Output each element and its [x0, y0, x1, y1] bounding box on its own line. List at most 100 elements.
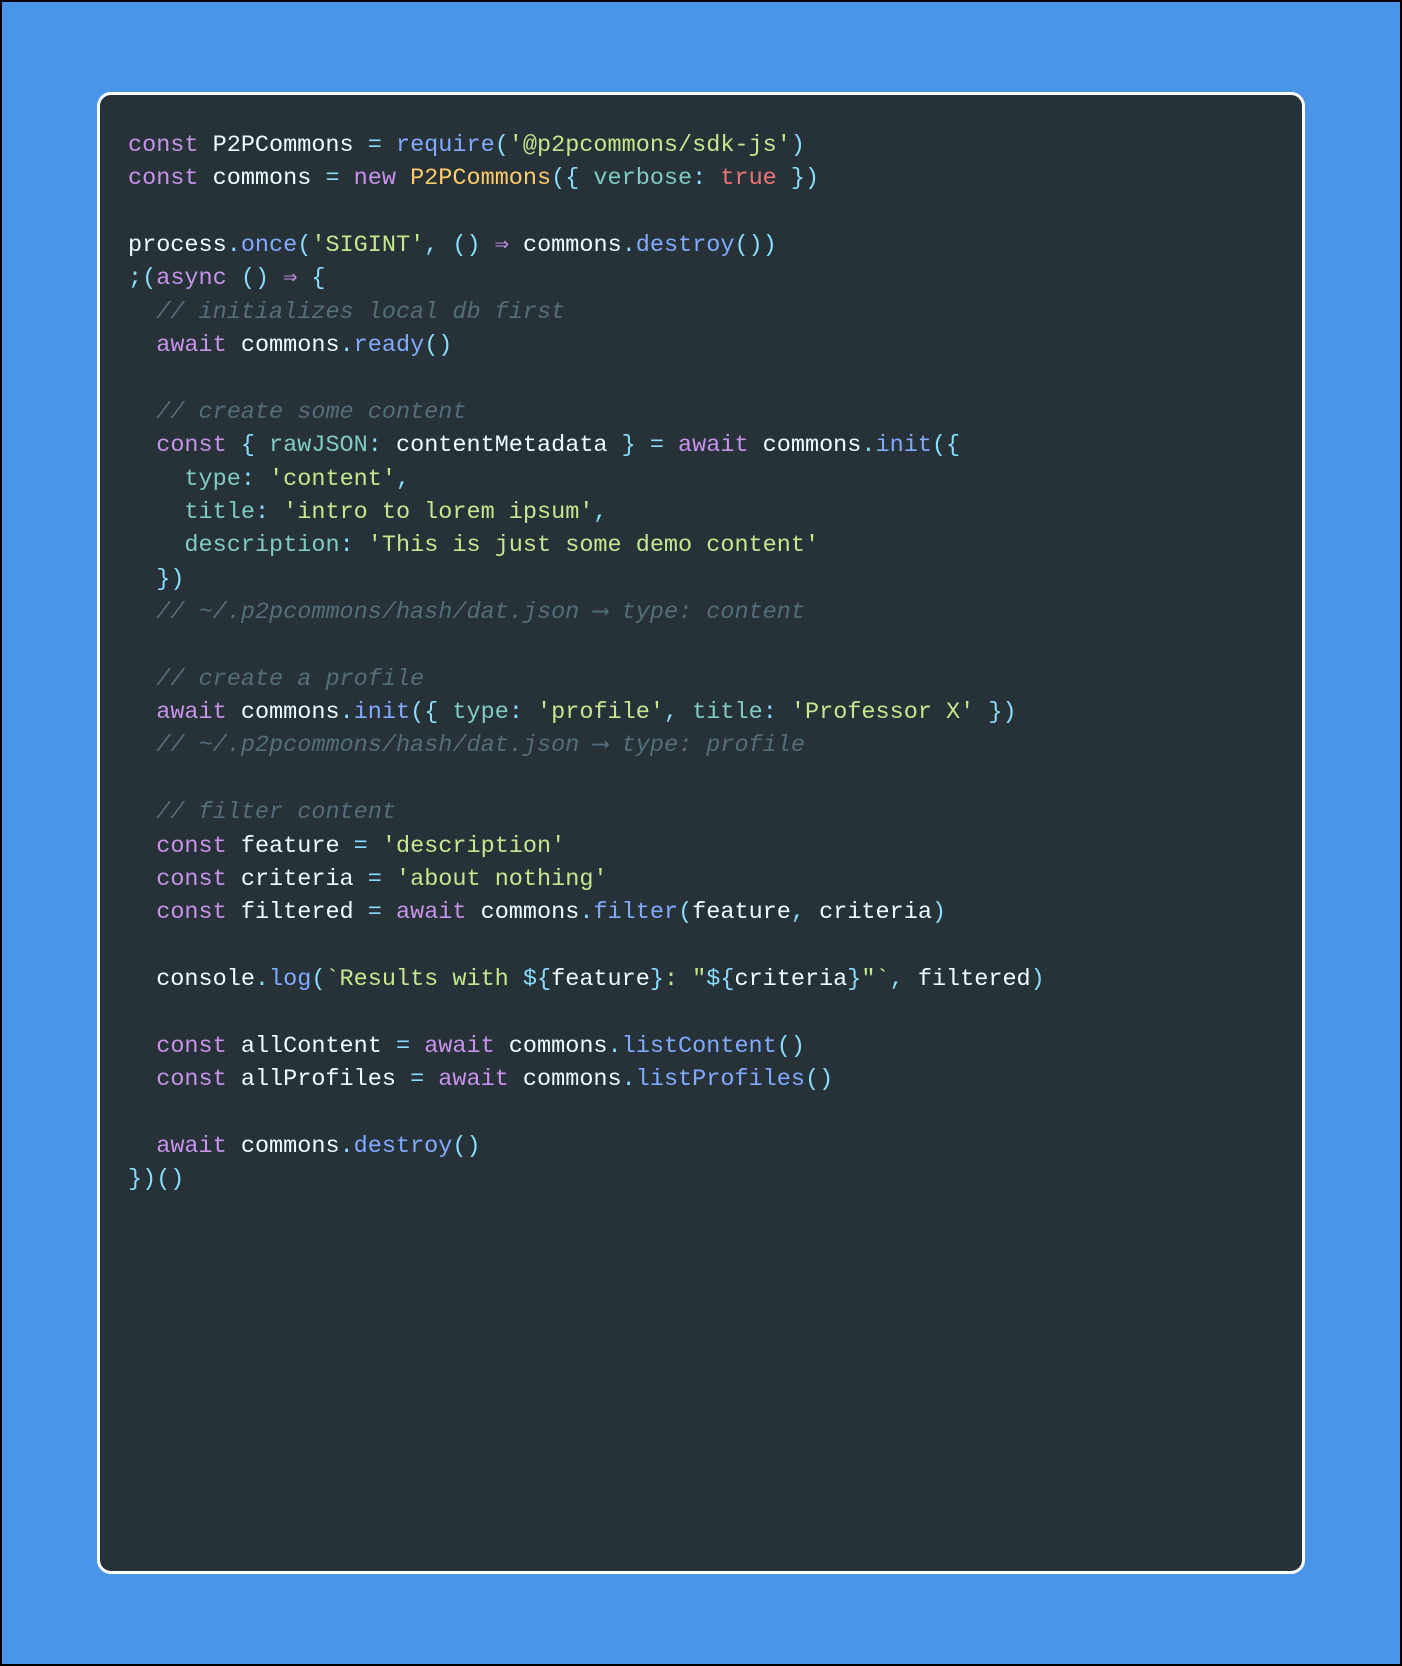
token-prop: type — [184, 466, 240, 493]
token-op: })() — [128, 1166, 184, 1193]
token-op: . — [340, 332, 354, 359]
token-op: ({ — [932, 432, 960, 459]
token-op: . — [608, 1033, 622, 1060]
token-com: // filter content — [156, 799, 396, 826]
token-op: . — [579, 899, 593, 926]
token-id — [128, 699, 156, 726]
token-fn: log — [269, 966, 311, 993]
token-op: : — [241, 466, 269, 493]
token-id: P2PCommons — [199, 132, 368, 159]
token-com: // create a profile — [156, 666, 424, 693]
token-str: 'description' — [382, 833, 565, 860]
token-op: . — [340, 699, 354, 726]
token-op: ( — [297, 232, 311, 259]
code-card: const P2PCommons = require ( '@p2pcommons/… — [97, 92, 1305, 1574]
token-fn: destroy — [636, 232, 735, 259]
token-id: console — [128, 966, 255, 993]
token-op: ( — [311, 966, 325, 993]
token-op: . — [340, 1133, 354, 1160]
token-op: . — [227, 232, 241, 259]
token-op: { — [297, 265, 325, 292]
token-str: 'profile' — [537, 699, 664, 726]
token-kw: const — [128, 165, 199, 192]
token-fn: listContent — [622, 1033, 777, 1060]
token-op: () — [805, 1066, 833, 1093]
token-op: = — [325, 165, 353, 192]
token-op: () — [227, 265, 283, 292]
token-id — [128, 732, 156, 759]
token-prop: type — [452, 699, 508, 726]
token-id: commons — [199, 165, 326, 192]
token-id: commons — [227, 1133, 340, 1160]
token-kw: const — [156, 866, 227, 893]
token-str: '@p2pcommons/sdk-js' — [509, 132, 791, 159]
token-id — [128, 432, 156, 459]
token-op: () — [777, 1033, 805, 1060]
token-id: commons — [467, 899, 580, 926]
token-op: , () — [424, 232, 495, 259]
token-kw: const — [156, 432, 227, 459]
token-id — [128, 532, 184, 559]
token-id — [128, 299, 156, 326]
token-op: ) — [1031, 966, 1045, 993]
token-id: feature — [692, 899, 791, 926]
token-kw: ⇒ — [283, 265, 297, 292]
token-id: feature — [551, 966, 650, 993]
token-fn: listProfiles — [636, 1066, 805, 1093]
token-id: commons — [509, 1066, 622, 1093]
token-op: : — [763, 699, 791, 726]
token-id — [128, 1133, 156, 1160]
token-id — [128, 566, 156, 593]
token-op: . — [622, 232, 636, 259]
token-prop: rawJSON — [269, 432, 368, 459]
token-op: = — [368, 132, 396, 159]
token-id: criteria — [227, 866, 368, 893]
token-fn: once — [241, 232, 297, 259]
token-id: allProfiles — [227, 1066, 410, 1093]
token-op: . — [255, 966, 269, 993]
code-block: const P2PCommons = require ( '@p2pcommons/… — [128, 129, 1274, 1197]
token-str: 'This is just some demo content' — [368, 532, 819, 559]
token-kw: await — [156, 1133, 227, 1160]
token-fn: require — [396, 132, 495, 159]
token-id: criteria — [819, 899, 932, 926]
token-prop: description — [184, 532, 339, 559]
outer-frame: const P2PCommons = require ( '@p2pcommons/… — [0, 0, 1402, 1666]
token-prop: title — [184, 499, 255, 526]
token-id: contentMetadata — [396, 432, 608, 459]
token-op: , — [593, 499, 607, 526]
token-op: ;( — [128, 265, 156, 292]
token-id: criteria — [734, 966, 847, 993]
token-id — [128, 899, 156, 926]
token-str: 'content' — [269, 466, 396, 493]
token-kw: const — [156, 1033, 227, 1060]
token-id: feature — [227, 833, 354, 860]
token-op: = — [368, 866, 396, 893]
token-op: = — [396, 1033, 424, 1060]
token-bool: true — [720, 165, 776, 192]
token-op: }) — [156, 566, 184, 593]
token-prop: verbose — [593, 165, 692, 192]
token-op: = — [354, 833, 382, 860]
token-op: { — [227, 432, 269, 459]
token-id — [128, 833, 156, 860]
token-fn: filter — [593, 899, 678, 926]
token-id: filtered — [227, 899, 368, 926]
token-id — [128, 399, 156, 426]
token-id — [128, 599, 156, 626]
token-id: filtered — [918, 966, 1031, 993]
token-kw: await — [396, 899, 467, 926]
token-op: } = — [608, 432, 679, 459]
token-op: } — [650, 966, 664, 993]
token-id — [396, 165, 410, 192]
token-id — [128, 866, 156, 893]
token-str: 'about nothing' — [396, 866, 608, 893]
token-op: . — [861, 432, 875, 459]
token-fn: init — [354, 699, 410, 726]
token-kw: new — [354, 165, 396, 192]
token-com: // ~/.p2pcommons/hash/dat.json ⟶ type: c… — [156, 599, 805, 626]
token-kw: const — [156, 1066, 227, 1093]
token-str: "` — [861, 966, 889, 993]
token-op: ()) — [735, 232, 777, 259]
token-str: `Results with — [325, 966, 522, 993]
